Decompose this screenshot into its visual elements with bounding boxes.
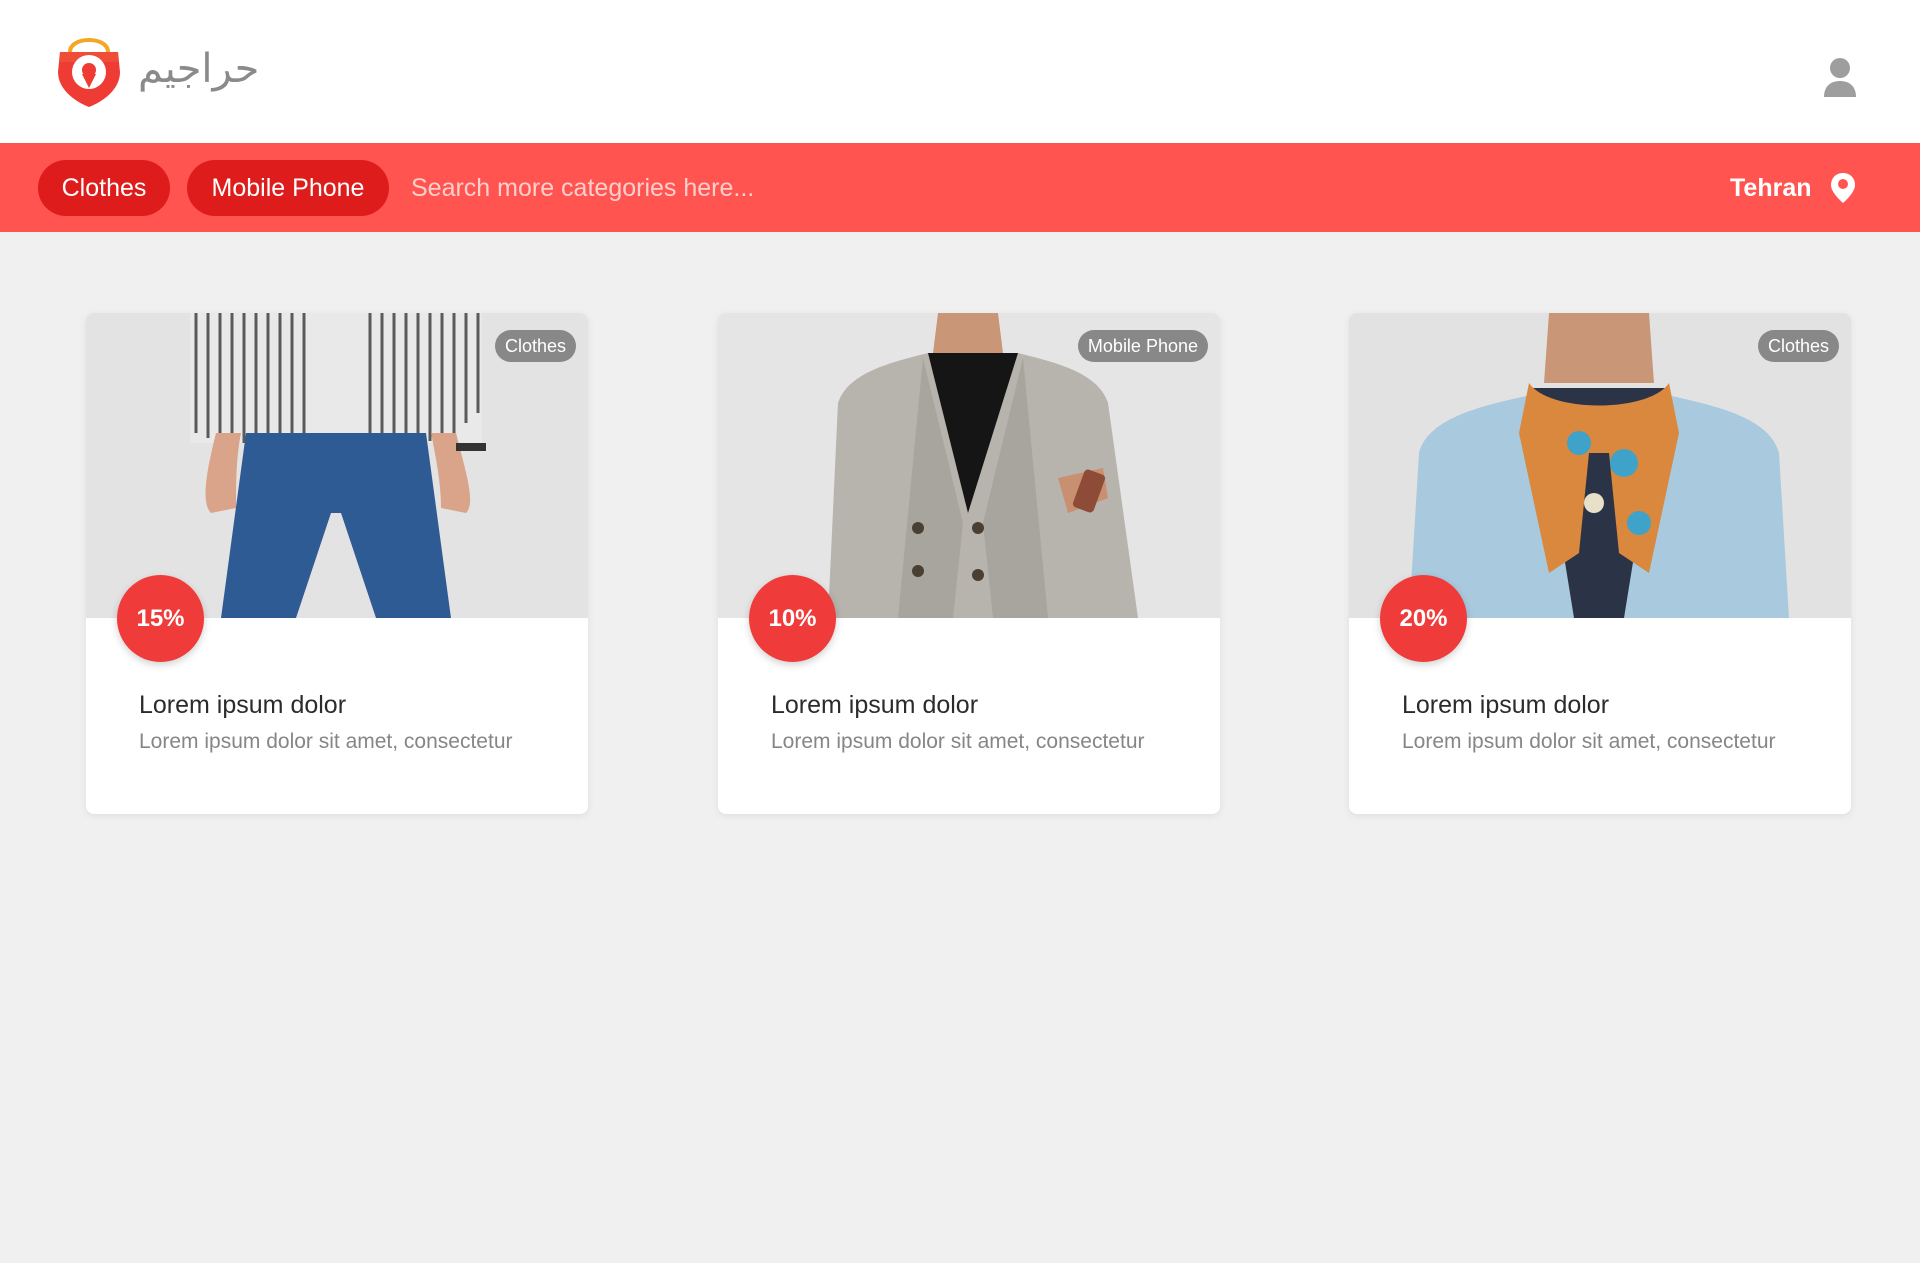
category-badge: Mobile Phone xyxy=(1077,330,1208,362)
discount-badge: 10% xyxy=(749,575,836,662)
category-badge: Clothes xyxy=(1757,330,1839,362)
product-title: Lorem ipsum dolor xyxy=(1402,691,1610,719)
product-card[interactable]: Clothes 20% Lorem ipsum dolor Lorem ipsu… xyxy=(1349,313,1851,814)
logo-pin-bag-icon xyxy=(58,38,120,107)
product-card[interactable]: Clothes 15% Lorem ipsum dolor Lorem ipsu… xyxy=(86,313,588,814)
category-chip-clothes[interactable]: Clothes xyxy=(38,160,170,216)
location-label: Tehran xyxy=(1730,173,1812,202)
product-description: Lorem ipsum dolor sit amet, consectetur xyxy=(771,730,1145,753)
product-title: Lorem ipsum dolor xyxy=(771,691,979,719)
category-chip-mobile-phone[interactable]: Mobile Phone xyxy=(187,160,389,216)
discount-badge: 15% xyxy=(117,575,204,662)
user-icon[interactable] xyxy=(1822,57,1858,97)
category-bar: Clothes Mobile Phone Tehran xyxy=(0,143,1920,232)
product-image: Clothes xyxy=(86,313,588,618)
brand-logo[interactable]: حراجیم xyxy=(54,30,259,108)
discount-badge: 20% xyxy=(1380,575,1467,662)
product-card[interactable]: Mobile Phone 10% Lorem ipsum dolor Lorem… xyxy=(718,313,1220,814)
product-title: Lorem ipsum dolor xyxy=(139,691,347,719)
brand-name: حراجیم xyxy=(138,46,260,92)
product-image: Mobile Phone xyxy=(718,313,1220,618)
top-header: حراجیم xyxy=(0,0,1920,143)
map-pin-icon xyxy=(1830,173,1855,203)
location-selector[interactable]: Tehran xyxy=(1730,170,1856,206)
category-search-input[interactable] xyxy=(403,163,1303,213)
product-description: Lorem ipsum dolor sit amet, consectetur xyxy=(139,730,513,753)
product-description: Lorem ipsum dolor sit amet, consectetur xyxy=(1402,730,1776,753)
category-badge: Clothes xyxy=(494,330,576,362)
product-image: Clothes xyxy=(1349,313,1851,618)
